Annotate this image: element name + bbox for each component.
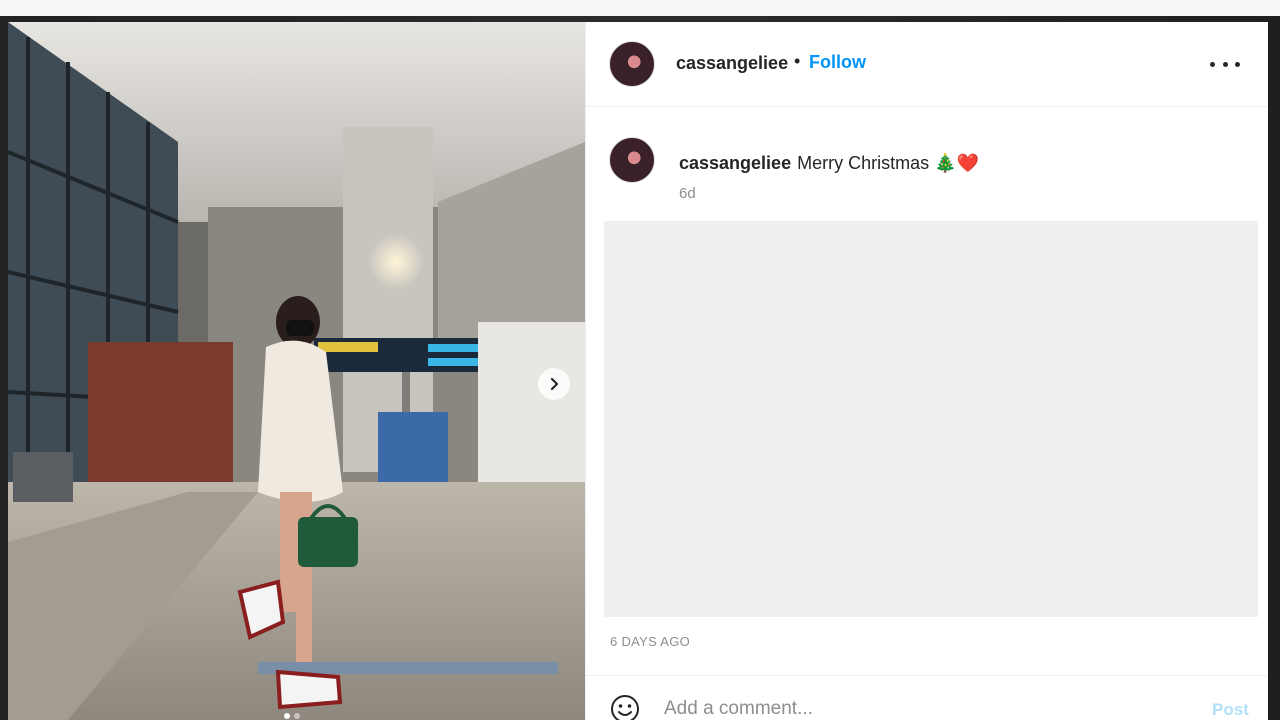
carousel-dot xyxy=(294,713,300,719)
smiley-icon[interactable] xyxy=(610,694,640,720)
post-header: cassangeliee • Follow xyxy=(586,22,1268,107)
follow-button[interactable]: Follow xyxy=(809,52,866,73)
author-avatar[interactable] xyxy=(609,41,655,87)
caption-timestamp[interactable]: 6d xyxy=(679,185,696,202)
caption-username[interactable]: cassangeliee xyxy=(679,153,791,173)
post-modal: cassangeliee • Follow cassangeliee Merry … xyxy=(8,22,1268,720)
caption: cassangeliee Merry Christmas 🎄❤️ xyxy=(679,153,979,174)
author-username[interactable]: cassangeliee xyxy=(676,53,788,74)
chevron-right-icon xyxy=(550,377,559,391)
caption-row: cassangeliee Merry Christmas 🎄❤️ 6d xyxy=(586,134,1268,214)
post-side-panel: cassangeliee • Follow cassangeliee Merry … xyxy=(585,22,1268,720)
airport-photo xyxy=(8,22,585,720)
header-separator: • xyxy=(794,51,801,71)
carousel-next-button[interactable] xyxy=(538,368,570,400)
more-options-icon[interactable] xyxy=(1210,52,1240,76)
carousel-dot-active xyxy=(284,713,290,719)
carousel-dots xyxy=(284,713,300,719)
comments-area xyxy=(604,221,1258,617)
comment-bar: Post xyxy=(586,675,1268,720)
post-comment-button[interactable]: Post xyxy=(1212,700,1249,720)
caption-text: Merry Christmas 🎄❤️ xyxy=(797,153,979,173)
post-date[interactable]: 6 DAYS AGO xyxy=(610,634,690,649)
top-strip xyxy=(0,0,1280,16)
post-photo xyxy=(8,22,585,720)
comment-input[interactable] xyxy=(664,696,1164,720)
caption-avatar[interactable] xyxy=(609,137,655,183)
